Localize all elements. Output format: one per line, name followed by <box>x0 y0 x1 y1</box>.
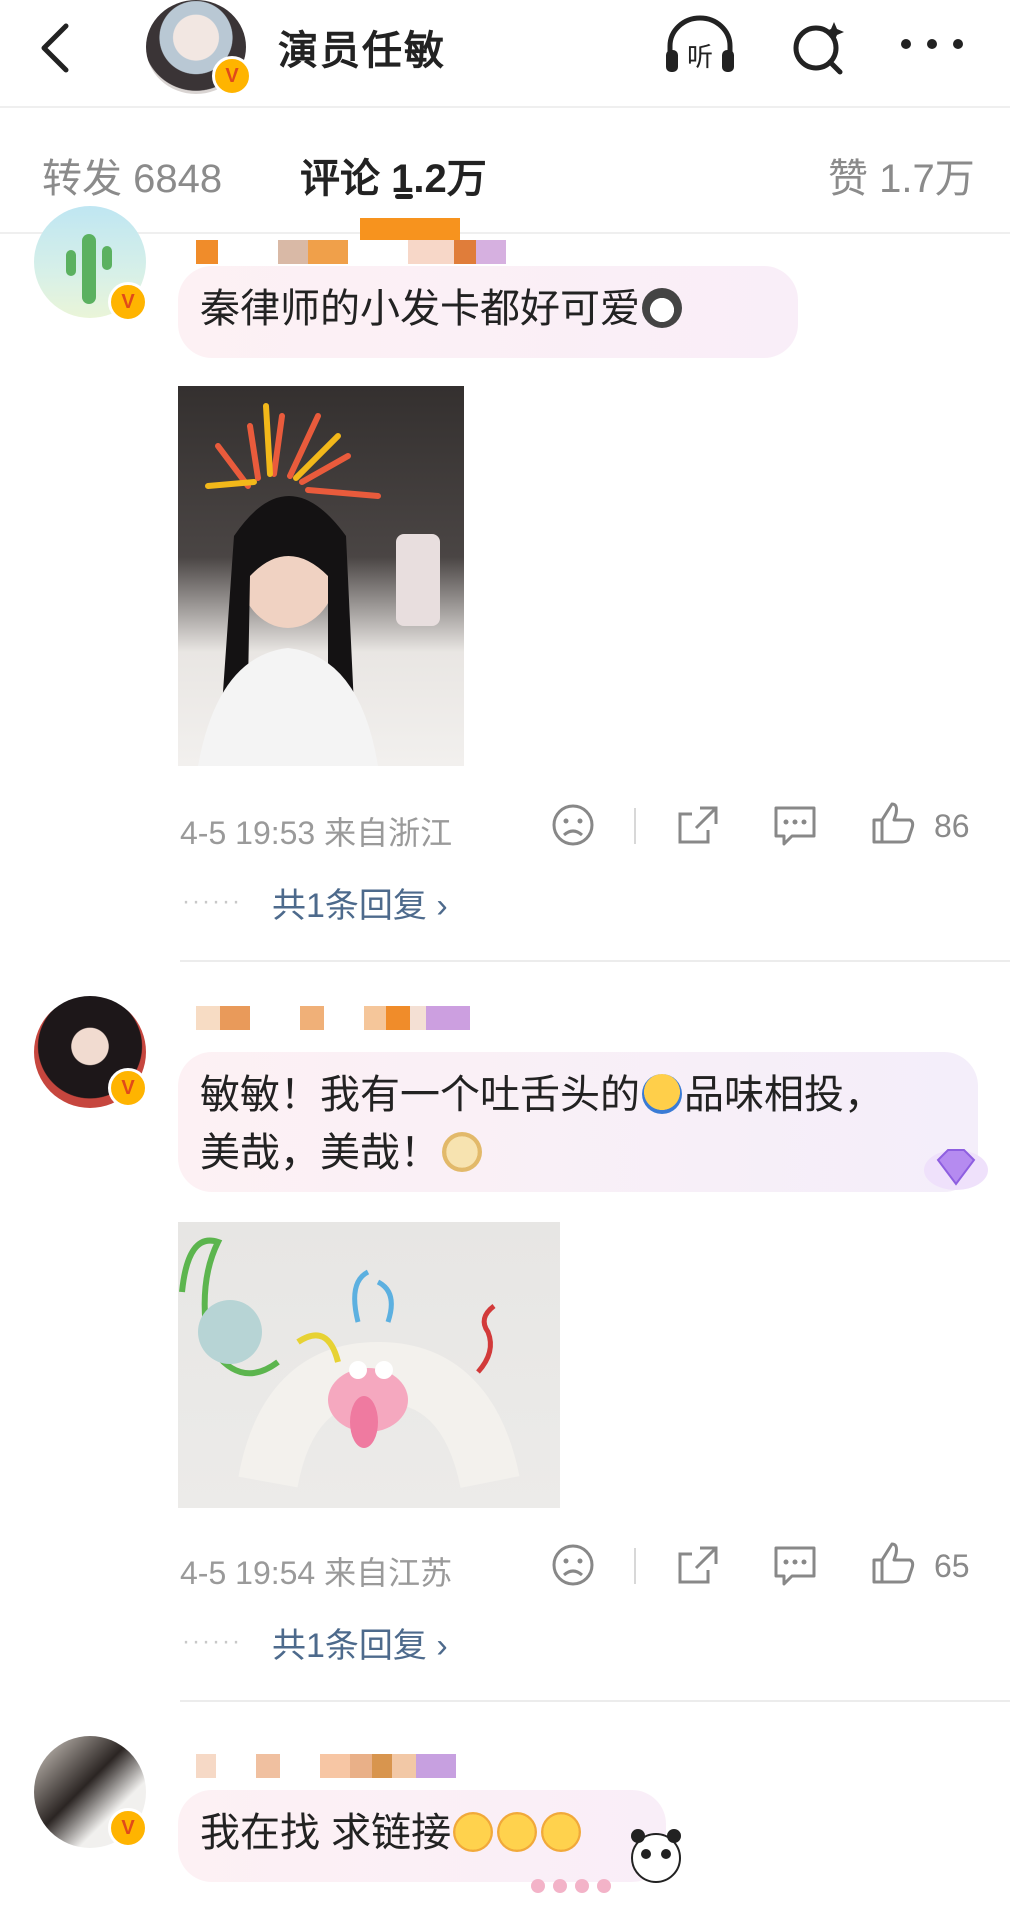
comment-photo[interactable] <box>178 386 464 766</box>
dislike-face-icon[interactable] <box>548 802 598 848</box>
active-tab-indicator <box>395 194 413 199</box>
username-blurred[interactable] <box>196 1006 470 1030</box>
action-divider <box>634 1548 636 1584</box>
comment-text: 我在找 求链接 <box>200 1811 452 1855</box>
listen-label: 听 <box>687 43 713 73</box>
comment-separator <box>180 1700 1010 1702</box>
chevron-right-icon: › <box>436 1627 448 1665</box>
top-bar: V 演员任敏 听 <box>0 0 1010 106</box>
tab-comments[interactable]: 评论 1.2万 <box>300 146 487 204</box>
headphones-listen-icon[interactable]: 听 <box>660 12 740 76</box>
selfie-image <box>198 403 440 766</box>
username-blurred[interactable] <box>196 1754 456 1778</box>
comment-icon[interactable] <box>770 802 820 848</box>
diamond-badge-icon <box>924 1149 988 1190</box>
comment-bubble[interactable]: 秦律师的小发卡都好可爱 <box>178 266 798 358</box>
search-icon[interactable] <box>778 12 858 76</box>
reply-dots: ······ <box>182 1628 242 1655</box>
comment-icon[interactable] <box>770 1542 820 1588</box>
dislike-face-icon[interactable] <box>548 1542 598 1588</box>
action-divider <box>634 808 636 844</box>
comment-photo[interactable] <box>178 1222 560 1508</box>
share-icon[interactable] <box>672 1542 722 1588</box>
like-count: 86 <box>934 808 970 844</box>
view-replies-link[interactable]: 共1条回复 › <box>272 878 448 927</box>
comment-text-line1-end: 品味相投， <box>684 1073 884 1117</box>
verified-badge: V <box>108 1068 148 1108</box>
comment-text: 秦律师的小发卡都好可爱 <box>200 287 640 331</box>
panda-sticker-icon <box>531 1829 681 1893</box>
tongue-out-emoji-icon <box>642 1074 682 1114</box>
comment-text-line2: 美哉，美哉！ <box>200 1131 440 1175</box>
username-blur-highlight <box>360 218 460 240</box>
verified-badge: V <box>108 282 148 322</box>
tab-repost[interactable]: 转发 6848 <box>42 146 222 204</box>
cat-emoji-icon <box>642 288 682 328</box>
like-count: 65 <box>934 1548 970 1584</box>
headband-image <box>179 1237 520 1489</box>
comment-bubble[interactable]: 敏敏！我有一个吐舌头的 品味相投， 美哉，美哉！ <box>178 1052 978 1192</box>
page-title[interactable]: 演员任敏 <box>278 18 446 76</box>
more-options-icon[interactable] <box>892 12 972 76</box>
comment-meta: 4-5 19:54 来自江苏 <box>180 1555 453 1591</box>
reply-dots: ······ <box>182 888 242 915</box>
comment-text-line1: 敏敏！我有一个吐舌头的 <box>200 1073 640 1117</box>
badge-fragment <box>898 214 958 234</box>
verified-badge: V <box>212 56 252 96</box>
tab-bar: 转发 6848 评论 1.2万 赞 1.7万 <box>0 108 1010 232</box>
username-blurred[interactable] <box>196 240 506 264</box>
comment-meta: 4-5 19:53 来自浙江 <box>180 815 453 851</box>
kiss-emoji-icon <box>453 1812 494 1852</box>
like-thumb-icon[interactable] <box>868 800 918 846</box>
view-replies-link[interactable]: 共1条回复 › <box>272 1618 448 1667</box>
verified-badge: V <box>108 1808 148 1848</box>
comment-separator <box>180 960 1010 962</box>
share-icon[interactable] <box>672 802 722 848</box>
tabs-divider <box>0 232 1010 234</box>
back-arrow-icon[interactable] <box>28 12 88 76</box>
doge-emoji-icon <box>442 1132 482 1172</box>
chevron-right-icon: › <box>436 887 448 925</box>
like-thumb-icon[interactable] <box>868 1540 918 1586</box>
tab-likes[interactable]: 赞 1.7万 <box>828 146 975 204</box>
